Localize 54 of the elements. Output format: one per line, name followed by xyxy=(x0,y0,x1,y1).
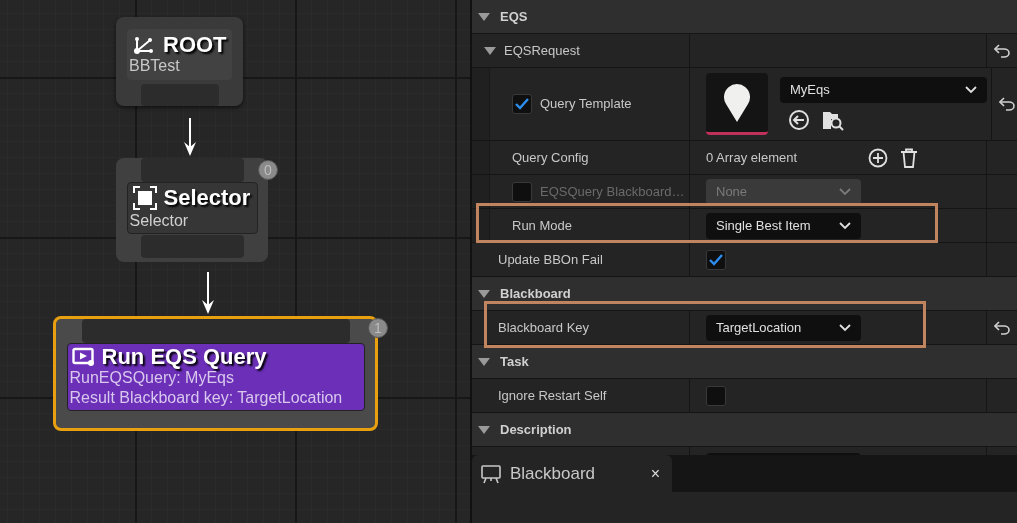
reset-icon[interactable] xyxy=(999,97,1015,111)
reset-icon[interactable] xyxy=(994,320,1010,335)
expand-arrow-icon[interactable] xyxy=(484,46,496,55)
property-label: EQSRequest xyxy=(504,41,580,60)
property-label: Query Config xyxy=(512,148,589,167)
expand-arrow-icon[interactable] xyxy=(478,357,490,366)
connection-arrow xyxy=(201,272,215,314)
map-pin-icon xyxy=(723,83,751,122)
expand-arrow-icon[interactable] xyxy=(478,12,490,21)
blackboard-tab[interactable]: Blackboard × xyxy=(472,455,672,492)
chevron-icon xyxy=(839,221,851,230)
dropdown[interactable]: Single Best Item xyxy=(706,212,861,239)
dropdown[interactable]: TargetLocation xyxy=(706,314,861,341)
node-description: RunEQSQuery: MyEqs xyxy=(69,369,235,388)
browse-icon[interactable] xyxy=(822,109,844,131)
connection-arrow xyxy=(183,118,197,156)
chevron-icon xyxy=(839,187,851,196)
trash-icon[interactable] xyxy=(900,147,918,168)
property-label: Blackboard Key xyxy=(498,318,590,337)
property-label: Run Mode xyxy=(512,216,572,235)
node-subtitle: BBTest xyxy=(129,55,181,76)
reset-icon[interactable] xyxy=(994,43,1010,58)
chevron-icon xyxy=(839,323,851,332)
checkbox[interactable] xyxy=(512,94,532,114)
node-title: Run EQS Query xyxy=(101,346,267,368)
node-title: Selector xyxy=(163,187,251,209)
property-label: Query Template xyxy=(540,95,632,114)
property-label: EQSQuery Blackboard… xyxy=(540,182,685,201)
property-label: Update BBOn Fail xyxy=(498,250,603,269)
add-icon[interactable] xyxy=(868,147,888,168)
section-header: Blackboard xyxy=(500,284,571,303)
easel-icon xyxy=(480,462,502,485)
close-button[interactable]: × xyxy=(650,461,660,486)
selection-icon xyxy=(131,185,158,211)
root-node[interactable]: ROOT BBTest xyxy=(116,17,243,106)
expand-arrow-icon[interactable] xyxy=(478,425,490,434)
section-header: Description xyxy=(500,420,572,439)
tab-label: Blackboard xyxy=(510,462,597,485)
asset-thumbnail[interactable] xyxy=(706,73,768,135)
play-screen-icon xyxy=(71,347,96,367)
use-selected-icon[interactable] xyxy=(788,109,810,131)
node-description: Result Blackboard key: TargetLocation xyxy=(69,388,344,408)
chevron-icon xyxy=(965,86,977,94)
property-label: Ignore Restart Self xyxy=(498,386,607,405)
section-header: Task xyxy=(500,352,529,371)
section-header: EQS xyxy=(500,7,528,26)
checkbox[interactable] xyxy=(706,385,726,406)
property-value: 0 Array element xyxy=(706,148,799,167)
branch-icon xyxy=(133,34,155,55)
dropdown[interactable]: MyEqs xyxy=(780,77,987,103)
expand-arrow-icon[interactable] xyxy=(478,289,490,298)
node-title: ROOT xyxy=(163,33,227,56)
node-subtitle: Selector xyxy=(129,211,190,231)
checkbox[interactable] xyxy=(706,249,726,270)
